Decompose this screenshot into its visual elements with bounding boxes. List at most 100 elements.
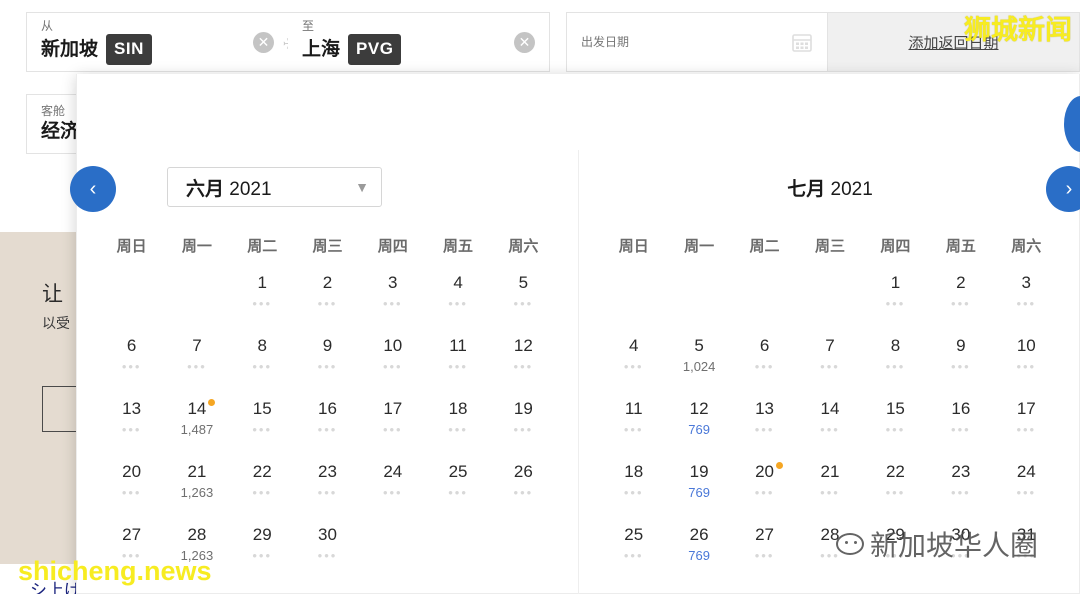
weekday-label: 周一 [666, 235, 731, 256]
day-cell[interactable]: 9••• [928, 329, 993, 392]
close-circle-icon[interactable]: ✕ [253, 32, 274, 53]
day-cell[interactable]: 13••• [99, 392, 164, 455]
price-loading-dots: ••• [994, 483, 1059, 503]
calendar-month-1: 六月 2021▼周日周一周二周三周四周五周六1•••2•••3•••4•••5•… [77, 150, 579, 594]
day-cell[interactable]: 3••• [360, 266, 425, 329]
day-cell[interactable]: 23••• [928, 455, 993, 518]
day-cell[interactable]: 22••• [230, 455, 295, 518]
day-cell[interactable]: 19••• [491, 392, 556, 455]
day-number: 21 [164, 461, 229, 483]
day-cell[interactable]: 24••• [994, 455, 1059, 518]
day-marker-dot [776, 462, 783, 469]
day-cell[interactable]: 8••• [230, 329, 295, 392]
weekday-label: 周日 [99, 235, 164, 256]
day-cell[interactable]: 11••• [425, 329, 490, 392]
day-cell[interactable]: 10••• [994, 329, 1059, 392]
price-loading-dots: ••• [863, 420, 928, 440]
day-cell[interactable]: 13••• [732, 392, 797, 455]
day-cell[interactable]: 17••• [360, 392, 425, 455]
destination-field[interactable]: 至 上海 PVG ✕ [288, 12, 550, 72]
day-number: 15 [230, 398, 295, 420]
weekday-label: 周五 [425, 235, 490, 256]
day-price: 1,487 [164, 420, 229, 440]
day-cell-empty [164, 266, 229, 329]
day-cell[interactable]: 30••• [928, 518, 993, 581]
day-cell[interactable]: 6••• [732, 329, 797, 392]
day-cell[interactable]: 14••• [797, 392, 862, 455]
day-cell[interactable]: 27••• [99, 518, 164, 581]
weekday-label: 周三 [295, 235, 360, 256]
day-cell[interactable]: 25••• [601, 518, 666, 581]
day-cell[interactable]: 1••• [863, 266, 928, 329]
day-cell[interactable]: 17••• [994, 392, 1059, 455]
day-cell[interactable]: 2••• [295, 266, 360, 329]
day-cell[interactable]: 6••• [99, 329, 164, 392]
day-cell[interactable]: 7••• [164, 329, 229, 392]
weekday-label: 周四 [863, 235, 928, 256]
day-cell[interactable]: 20••• [732, 455, 797, 518]
day-cell-empty [666, 266, 731, 329]
day-cell[interactable]: 10••• [360, 329, 425, 392]
day-number: 5 [491, 272, 556, 294]
day-cell[interactable]: 3••• [994, 266, 1059, 329]
day-cell[interactable]: 29••• [230, 518, 295, 581]
day-cell[interactable]: 26769 [666, 518, 731, 581]
day-number: 18 [601, 461, 666, 483]
destination-code: PVG [348, 34, 401, 65]
day-cell[interactable]: 9••• [295, 329, 360, 392]
day-cell[interactable]: 5••• [491, 266, 556, 329]
day-cell[interactable]: 21••• [797, 455, 862, 518]
day-cell[interactable]: 4••• [601, 329, 666, 392]
month-select[interactable]: 六月 2021▼ [167, 167, 382, 207]
day-cell[interactable]: 29••• [863, 518, 928, 581]
price-loading-dots: ••• [863, 294, 928, 314]
price-loading-dots: ••• [230, 420, 295, 440]
day-cell[interactable]: 1••• [230, 266, 295, 329]
day-cell[interactable]: 2••• [928, 266, 993, 329]
price-loading-dots: ••• [601, 546, 666, 566]
day-cell[interactable]: 30••• [295, 518, 360, 581]
day-cell[interactable]: 19769 [666, 455, 731, 518]
day-cell[interactable]: 141,487 [164, 392, 229, 455]
day-cell[interactable]: 31••• [994, 518, 1059, 581]
day-cell[interactable]: 7••• [797, 329, 862, 392]
day-cell[interactable]: 4••• [425, 266, 490, 329]
day-cell[interactable]: 15••• [230, 392, 295, 455]
day-cell[interactable]: 20••• [99, 455, 164, 518]
price-loading-dots: ••• [994, 420, 1059, 440]
price-loading-dots: ••• [230, 357, 295, 377]
chevron-left-icon[interactable]: ‹ [70, 166, 116, 212]
day-cell-empty [601, 266, 666, 329]
month-header: 七月 2021 [601, 150, 1059, 224]
day-cell[interactable]: 12769 [666, 392, 731, 455]
day-cell[interactable]: 18••• [425, 392, 490, 455]
day-cell[interactable]: 18••• [601, 455, 666, 518]
day-number: 27 [732, 524, 797, 546]
day-number: 28 [164, 524, 229, 546]
day-cell[interactable]: 26••• [491, 455, 556, 518]
day-price: 769 [666, 546, 731, 566]
day-cell[interactable]: 28••• [797, 518, 862, 581]
day-cell[interactable]: 8••• [863, 329, 928, 392]
day-cell[interactable]: 12••• [491, 329, 556, 392]
price-loading-dots: ••• [295, 357, 360, 377]
day-cell[interactable]: 25••• [425, 455, 490, 518]
day-cell[interactable]: 16••• [295, 392, 360, 455]
day-cell[interactable]: 27••• [732, 518, 797, 581]
day-cell[interactable]: 22••• [863, 455, 928, 518]
day-cell[interactable]: 24••• [360, 455, 425, 518]
day-cell[interactable]: 23••• [295, 455, 360, 518]
add-return-date-tab[interactable]: 添加返回日期 [828, 12, 1080, 72]
origin-field[interactable]: 从 新加坡 SIN ✕ [26, 12, 288, 72]
day-grid: 1•••2•••3•••4•••5•••6•••7•••8•••9•••10••… [99, 266, 556, 581]
close-circle-icon[interactable]: ✕ [514, 32, 535, 53]
day-cell[interactable]: 11••• [601, 392, 666, 455]
day-number: 17 [360, 398, 425, 420]
day-cell[interactable]: 51,024 [666, 329, 731, 392]
weekday-label: 周二 [230, 235, 295, 256]
day-cell[interactable]: 16••• [928, 392, 993, 455]
day-cell[interactable]: 15••• [863, 392, 928, 455]
day-cell[interactable]: 211,263 [164, 455, 229, 518]
day-cell[interactable]: 281,263 [164, 518, 229, 581]
departure-date-field[interactable]: 出发日期 [566, 12, 828, 72]
